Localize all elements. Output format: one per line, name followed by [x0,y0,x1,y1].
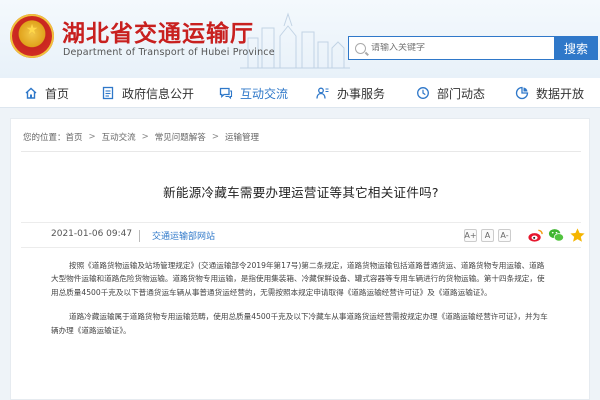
home-icon [25,87,37,99]
nav-item-services[interactable]: 办事服务 [316,78,385,108]
favorite-icon[interactable] [569,227,586,244]
article-title: 新能源冷藏车需要办理运营证等其它相关证件吗? [163,185,439,200]
news-icon [417,87,429,99]
font-size-increase-button[interactable]: A+ [464,229,477,242]
search-button[interactable]: 搜索 [554,36,598,60]
article-source-link[interactable]: 交通运输部网站 [152,229,215,242]
breadcrumb-link-transport[interactable]: 运输管理 [225,131,259,143]
article-paragraph: 按照《道路货物运输及站场管理规定》(交通运输部令2019年第17号)第二条规定，… [51,259,551,299]
nav-item-label: 办事服务 [337,86,386,101]
paragraph-text: 道路冷藏运输属于道路货物专用运输范畴，使用总质量4500千克及以下冷藏车从事道路… [51,312,548,335]
weibo-icon[interactable] [527,227,544,244]
national-emblem-logo[interactable]: ★ [10,14,54,58]
breadcrumb-link-home[interactable]: 首页 [66,131,83,143]
document-icon [102,86,114,100]
divider [139,230,140,242]
nav-item-label: 互动交流 [240,86,289,101]
nav-item-data-open[interactable]: 数据开放 [515,78,584,108]
divider [21,151,581,152]
search-icon [355,42,366,54]
breadcrumb-link-interaction[interactable]: 互动交流 [102,131,136,143]
search-input[interactable] [371,43,541,53]
font-size-decrease-button[interactable]: A- [498,229,511,242]
nav-item-interaction[interactable]: 互动交流 [219,78,288,108]
breadcrumb-separator: > [141,132,149,142]
article-card: 您的位置： 首页 > 互动交流 > 常见问题解答 > 运输管理 新能源冷藏车需要… [10,118,590,400]
nav-item-gov-info[interactable]: 政府信息公开 [101,78,194,108]
service-icon [316,87,329,99]
breadcrumb-prefix: 您的位置： [23,133,66,143]
data-icon [515,86,529,100]
nav-item-label: 数据开放 [536,86,585,101]
breadcrumb: 您的位置： 首页 > 互动交流 > 常见问题解答 > 运输管理 [23,131,259,143]
wechat-icon[interactable] [548,227,565,244]
nav-item-label: 部门动态 [437,86,486,101]
article-meta-bar: 2021-01-06 09:47 交通运输部网站 A+ A A- [21,222,585,248]
breadcrumb-separator: > [88,132,96,142]
breadcrumb-link-faq[interactable]: 常见问题解答 [155,131,206,143]
site-header: ★ 湖北省交通运输厅 Department of Transport of Hu… [0,0,600,78]
city-skyline-decoration [240,12,350,69]
site-title[interactable]: 湖北省交通运输厅 [62,14,254,48]
article-date: 2021-01-06 09:47 [51,229,133,239]
nav-item-label: 首页 [45,86,70,101]
star-icon: ★ [25,22,39,38]
nav-item-dept-news[interactable]: 部门动态 [416,78,485,108]
breadcrumb-separator: > [211,132,219,142]
chat-icon [219,87,233,100]
nav-item-label: 政府信息公开 [122,86,195,101]
article-body: 按照《道路货物运输及站场管理规定》(交通运输部令2019年第17号)第二条规定，… [51,259,551,348]
search-field-container [348,36,554,60]
main-nav: 首页 政府信息公开 互动交流 办事服务 部门动态 数据开放 [0,78,600,108]
site-subtitle: Department of Transport of Hubei Provinc… [63,47,275,58]
nav-item-home[interactable]: 首页 [24,78,69,108]
paragraph-text: 按照《道路货物运输及站场管理规定》(交通运输部令2019年第17号)第二条规定，… [51,261,545,297]
font-size-default-button[interactable]: A [481,229,494,242]
article-paragraph: 道路冷藏运输属于道路货物专用运输范畴，使用总质量4500千克及以下冷藏车从事道路… [51,310,551,337]
